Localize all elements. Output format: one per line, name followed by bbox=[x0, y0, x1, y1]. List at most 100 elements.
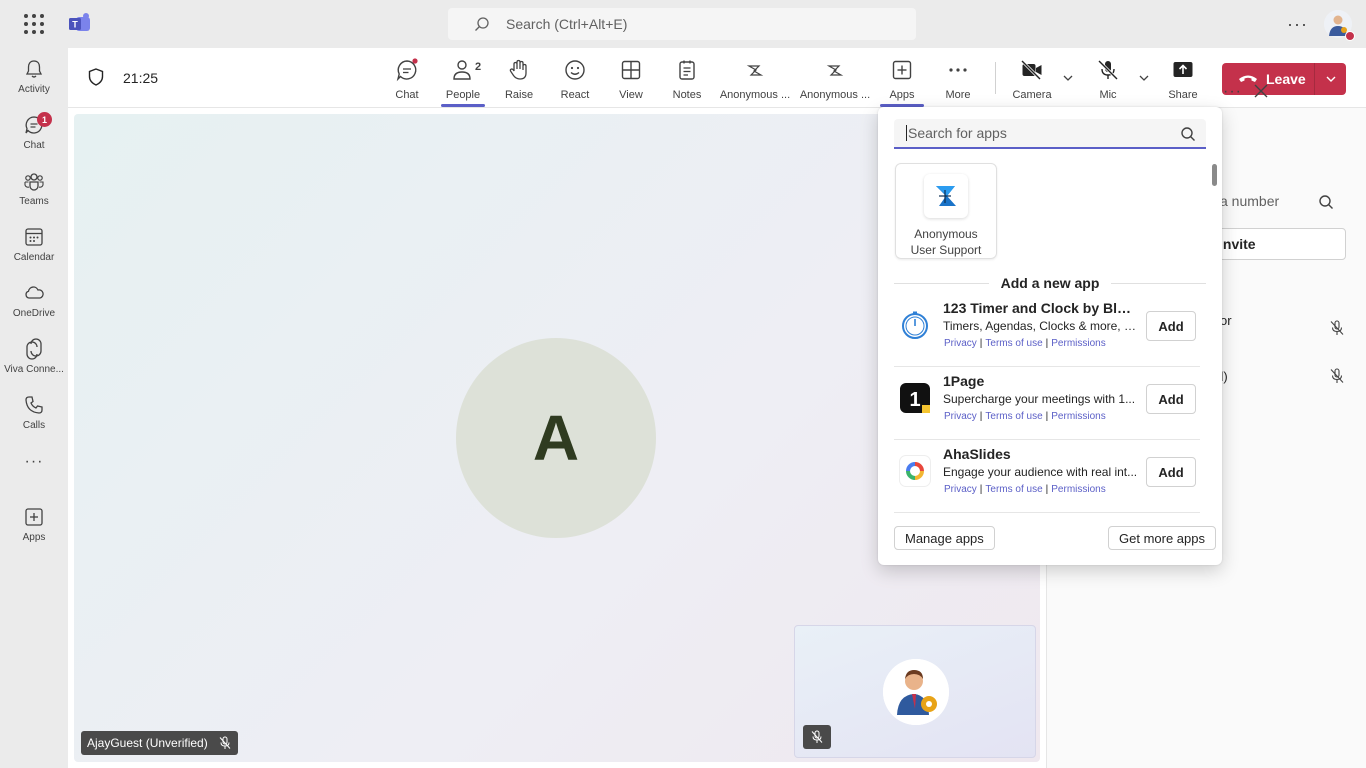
apps-icon bbox=[25, 508, 43, 526]
installed-app-tile[interactable]: Anonymous User Support bbox=[895, 163, 997, 259]
anonymous-app-icon bbox=[826, 65, 844, 76]
close-icon[interactable] bbox=[1254, 84, 1268, 98]
apps-button[interactable]: Apps bbox=[874, 58, 930, 107]
installed-app-name-line2: User Support bbox=[910, 243, 982, 257]
rail-label: Chat bbox=[23, 140, 45, 151]
raise-hand-button[interactable]: Raise bbox=[491, 58, 547, 101]
rail-item-teams[interactable]: Teams bbox=[0, 166, 68, 218]
share-button[interactable]: Share bbox=[1155, 58, 1211, 101]
apps-flyout: Search for apps Anonymous User Support A… bbox=[878, 107, 1222, 565]
rail-item-onedrive[interactable]: OneDrive bbox=[0, 278, 68, 330]
tool-label: Share bbox=[1168, 89, 1198, 101]
mic-off-icon bbox=[1097, 59, 1119, 81]
privacy-link[interactable]: Privacy bbox=[944, 338, 977, 349]
rail-item-viva-connections[interactable]: Viva Conne... bbox=[0, 334, 68, 386]
get-more-apps-button[interactable]: Get more apps bbox=[1108, 526, 1216, 550]
tool-label: React bbox=[560, 89, 590, 101]
permissions-link[interactable]: Permissions bbox=[1051, 411, 1105, 422]
camera-button[interactable]: Camera bbox=[1004, 58, 1060, 101]
app-links: Privacy | Terms of use | Permissions bbox=[944, 484, 1106, 495]
permissions-link[interactable]: Permissions bbox=[1051, 338, 1105, 349]
app-links: Privacy | Terms of use | Permissions bbox=[944, 411, 1106, 422]
self-mic-muted-indicator bbox=[803, 725, 831, 749]
viva-icon bbox=[26, 338, 42, 360]
tool-label: Raise bbox=[504, 89, 534, 101]
more-icon: ··· bbox=[24, 453, 44, 470]
notes-button[interactable]: Notes bbox=[659, 58, 715, 101]
react-icon bbox=[565, 60, 585, 80]
title-bar: T Search (Ctrl+Alt+E) ··· bbox=[0, 0, 1366, 48]
app-search-input[interactable]: Search for apps bbox=[894, 119, 1206, 149]
tool-label: People bbox=[445, 89, 481, 101]
panel-more-icon[interactable]: ··· bbox=[1223, 83, 1242, 101]
app-list-item[interactable]: 1 1Page Supercharge your meetings with 1… bbox=[894, 368, 1200, 440]
profile-avatar[interactable] bbox=[1324, 10, 1355, 41]
mic-muted-icon bbox=[219, 736, 231, 749]
terms-link[interactable]: Terms of use bbox=[985, 411, 1042, 422]
anonymous-app-button-1[interactable]: Anonymous ... bbox=[715, 58, 795, 101]
mic-button[interactable]: Mic bbox=[1080, 58, 1136, 101]
rail-item-activity[interactable]: Activity bbox=[0, 54, 68, 106]
svg-text:1: 1 bbox=[909, 389, 920, 411]
onedrive-icon bbox=[25, 286, 44, 299]
app-list-item[interactable]: AhaSlides Engage your audience with real… bbox=[894, 441, 1200, 513]
chat-button[interactable]: Chat bbox=[379, 58, 435, 101]
camera-options-chevron-down-icon[interactable] bbox=[1062, 72, 1074, 84]
chat-icon bbox=[396, 58, 418, 82]
mic-options-chevron-down-icon[interactable] bbox=[1138, 72, 1150, 84]
rail-label: Teams bbox=[19, 196, 49, 207]
rail-item-calendar[interactable]: Calendar bbox=[0, 222, 68, 274]
more-actions-button[interactable]: More bbox=[930, 58, 986, 101]
terms-link[interactable]: Terms of use bbox=[985, 338, 1042, 349]
mic-muted-icon bbox=[811, 730, 823, 743]
self-video-tile[interactable] bbox=[794, 625, 1036, 758]
app-search-placeholder: Search for apps bbox=[908, 125, 1007, 141]
app-launcher-icon[interactable] bbox=[24, 14, 44, 34]
teams-logo-icon: T bbox=[69, 13, 90, 31]
apps-icon bbox=[892, 60, 912, 80]
add-app-button[interactable]: Add bbox=[1146, 384, 1196, 414]
rail-label: Viva Conne... bbox=[4, 364, 64, 375]
settings-more-icon[interactable]: ··· bbox=[1287, 14, 1308, 35]
add-app-button[interactable]: Add bbox=[1146, 311, 1196, 341]
leave-options-button[interactable] bbox=[1314, 63, 1346, 95]
rail-label: Apps bbox=[22, 532, 46, 543]
tool-label: Notes bbox=[672, 89, 702, 101]
view-button[interactable]: View bbox=[603, 58, 659, 101]
leave-label: Leave bbox=[1266, 71, 1306, 87]
add-app-button[interactable]: Add bbox=[1146, 457, 1196, 487]
permissions-link[interactable]: Permissions bbox=[1051, 484, 1105, 495]
onepage-icon: 1 bbox=[900, 383, 930, 413]
rail-more-button[interactable]: ··· bbox=[0, 453, 68, 481]
search-placeholder: Search (Ctrl+Alt+E) bbox=[506, 16, 628, 32]
view-icon bbox=[621, 60, 641, 80]
teams-icon bbox=[24, 173, 44, 191]
rail-item-apps[interactable]: Apps bbox=[0, 502, 68, 554]
manage-apps-button[interactable]: Manage apps bbox=[894, 526, 995, 550]
terms-link[interactable]: Terms of use bbox=[985, 484, 1042, 495]
app-rail: Activity 1 Chat Teams Calendar OneDrive … bbox=[0, 48, 68, 768]
rail-label: Activity bbox=[18, 84, 50, 95]
people-button[interactable]: 2 People bbox=[435, 58, 491, 107]
phone-icon bbox=[25, 396, 43, 414]
react-button[interactable]: React bbox=[547, 58, 603, 101]
anonymous-app-button-2[interactable]: Anonymous ... bbox=[795, 58, 875, 101]
svg-text:T: T bbox=[72, 20, 78, 30]
installed-app-name-line1: Anonymous bbox=[914, 227, 978, 241]
app-description: Engage your audience with real int... bbox=[943, 465, 1138, 479]
notes-icon bbox=[679, 60, 695, 80]
rail-item-calls[interactable]: Calls bbox=[0, 390, 68, 442]
privacy-link[interactable]: Privacy bbox=[944, 484, 977, 495]
app-description: Supercharge your meetings with 1... bbox=[943, 392, 1136, 406]
presence-busy-icon bbox=[1345, 31, 1355, 41]
tool-label: Anonymous ... bbox=[799, 89, 871, 101]
app-list-item[interactable]: 123 Timer and Clock by Blue... Timers, A… bbox=[894, 295, 1200, 367]
privacy-link[interactable]: Privacy bbox=[944, 411, 977, 422]
unread-badge: 1 bbox=[37, 112, 52, 127]
more-icon bbox=[949, 68, 967, 72]
rail-label: Calendar bbox=[13, 252, 55, 263]
scrollbar-thumb[interactable] bbox=[1212, 164, 1217, 186]
shield-icon[interactable] bbox=[88, 68, 104, 86]
global-search-input[interactable]: Search (Ctrl+Alt+E) bbox=[448, 8, 916, 40]
rail-item-chat[interactable]: 1 Chat bbox=[0, 110, 68, 162]
